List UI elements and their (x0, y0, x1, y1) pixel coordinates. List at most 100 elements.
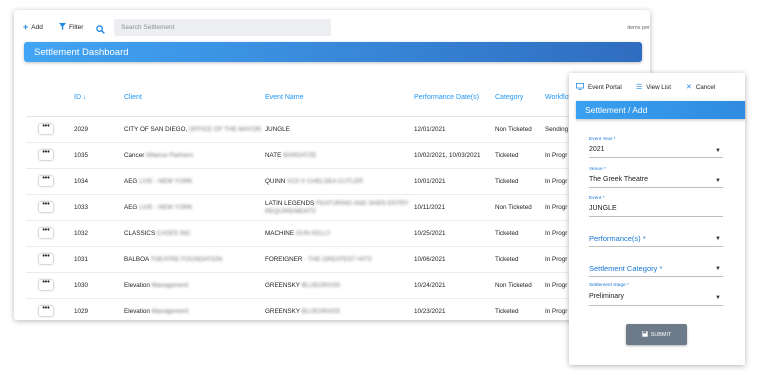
cell-client: BALBOA THEATRE FOUNDATION (124, 256, 222, 263)
cell-workflow: In Progr (545, 230, 568, 237)
cell-workflow: In Progr (545, 256, 568, 263)
search-input[interactable]: Search Settlement (114, 19, 331, 36)
cell-id: 1033 (74, 204, 89, 211)
settlement-category-label: Settlement Category * (589, 264, 663, 273)
event-field[interactable]: Event * JUNGLE (589, 196, 723, 217)
event-name: NATE (265, 152, 282, 159)
event-portal-button[interactable]: Event Portal (576, 83, 622, 92)
add-label: Add (31, 23, 43, 31)
settlement-dashboard-window: + Add Filter Search Settlement items per… (14, 10, 650, 320)
list-icon: ☰ (636, 84, 643, 91)
column-header-performance-dates[interactable]: Performance Date(s) (414, 94, 479, 101)
table-row[interactable]: ••• 2029 12/01/2021 Non Ticketed Sending CITY… (26, 117, 650, 143)
cell-id: 1030 (74, 282, 89, 289)
cancel-button[interactable]: ✕ Cancel (686, 83, 716, 92)
event-name: GREENSKY (265, 308, 300, 315)
row-actions-button[interactable]: ••• (39, 253, 53, 264)
row-actions-button[interactable]: ••• (39, 201, 53, 212)
client-name-redacted: LIVE - NEW YORK (139, 178, 193, 185)
event-name: LATIN LEGENDS (265, 200, 315, 207)
client-name-redacted: OFFICE OF THE MAYOR (188, 126, 262, 133)
monitor-icon (576, 83, 584, 92)
cell-client: CITY OF SAN DIEGO, OFFICE OF THE MAYOR (124, 126, 261, 133)
cell-event-name: NATE BARGATZE (265, 152, 317, 159)
submit-label: SUBMIT (650, 331, 672, 338)
items-per-page-label: items per (627, 25, 650, 31)
cell-client: AEG LIVE - NEW YORK (124, 178, 192, 185)
filter-label: Filter (69, 23, 84, 31)
column-header-event-name[interactable]: Event Name (265, 94, 304, 101)
column-header-id[interactable]: ID ↓ (74, 94, 86, 101)
close-icon: ✕ (686, 84, 692, 91)
event-name-redacted: XCII X CHELSEA CUTLER (287, 178, 363, 185)
search-icon[interactable] (96, 21, 105, 39)
cell-workflow: In Progr (545, 178, 568, 185)
performances-label: Performance(s) * (589, 234, 646, 243)
cell-workflow: In Progr (545, 204, 568, 211)
event-name-redacted: BARGATZE (283, 152, 317, 159)
event-portal-label: Event Portal (588, 84, 622, 91)
filter-button[interactable]: Filter (59, 23, 83, 31)
cell-id: 1035 (74, 152, 89, 159)
dashboard-title: Settlement Dashboard (34, 46, 129, 58)
table-row[interactable]: ••• 1034 10/01/2021 Ticketed In Progr AEG LIV… (26, 169, 650, 195)
cell-id: 1032 (74, 230, 89, 237)
event-name-redacted: BLUEGRASS (301, 308, 341, 315)
event-year-select[interactable]: Event Year * 2021 ▼ (589, 137, 723, 158)
event-name-redacted: - THE GREATEST HITS (304, 256, 372, 263)
dropdown-arrow-icon: ▼ (715, 148, 721, 154)
cell-performance-date: 10/25/2021 (414, 230, 446, 237)
cell-event-name: GREENSKY BLUEGRASS (265, 282, 340, 289)
table-row[interactable]: ••• 1030 10/24/2021 Non Ticketed In Progr Ele… (26, 273, 650, 299)
cell-event-name: FOREIGNER - THE GREATEST HITS (265, 256, 372, 263)
view-list-button[interactable]: ☰ View List (636, 83, 671, 92)
cell-performance-date: 10/24/2021 (414, 282, 446, 289)
add-button[interactable]: + Add (23, 23, 43, 32)
venue-select[interactable]: Venue * The Greek Theatre ▼ (589, 167, 723, 188)
column-header-client[interactable]: Client (124, 94, 142, 101)
client-name: AEG (124, 204, 138, 211)
table-row[interactable]: ••• 1031 10/06/2021 Ticketed In Progr BALBOA … (26, 247, 650, 273)
event-year-label: Event Year * (589, 137, 616, 142)
cancel-label: Cancel (695, 83, 716, 91)
event-name-redacted-line2: REQUIREMENTS (265, 208, 316, 215)
settlement-category-select[interactable]: Settlement Category * ▼ (589, 262, 723, 277)
event-name: GREENSKY (265, 282, 300, 289)
table-row[interactable]: ••• 1033 10/11/2021 Non Ticketed In Progr AEG… (26, 195, 650, 221)
view-list-label: View List (646, 83, 671, 91)
row-actions-button[interactable]: ••• (39, 123, 53, 134)
event-value: JUNGLE (589, 205, 617, 212)
cell-performance-date: 12/01/2021 (414, 126, 446, 133)
table-row[interactable]: ••• 1035 10/02/2021, 10/03/2021 Ticketed In … (26, 143, 650, 169)
filter-icon (59, 23, 66, 31)
panel-title: Settlement / Add (585, 105, 648, 115)
event-year-value: 2021 (589, 146, 605, 153)
panel-title-bar: Settlement / Add (576, 101, 745, 119)
event-name: QUINN (265, 178, 286, 185)
cell-event-name: QUINN XCII X CHELSEA CUTLER (265, 178, 363, 185)
table-row[interactable]: ••• 1032 10/25/2021 Ticketed In Progr CLASSIC… (26, 221, 650, 247)
column-header-category[interactable]: Category (495, 94, 523, 101)
client-name: CITY OF SAN DIEGO, (124, 126, 188, 133)
event-name: FOREIGNER (265, 256, 303, 263)
submit-button[interactable]: SUBMIT (626, 324, 687, 345)
cell-client: CLASSICS CASES INC (124, 230, 191, 237)
row-actions-button[interactable]: ••• (39, 279, 53, 290)
cell-id: 1029 (74, 308, 89, 315)
cell-workflow: In Progr (545, 308, 568, 315)
dropdown-arrow-icon: ▼ (715, 236, 721, 242)
row-actions-button[interactable]: ••• (39, 227, 53, 238)
dropdown-arrow-icon: ▼ (715, 295, 721, 301)
settlement-add-panel: Event Portal ☰ View List ✕ Cancel Settle… (569, 73, 745, 365)
cell-id: 2029 (74, 126, 89, 133)
table-row[interactable]: ••• 1029 10/23/2021 Ticketed In Progr Elevati… (26, 299, 650, 320)
venue-label: Venue * (589, 167, 606, 172)
dropdown-arrow-icon: ▼ (715, 266, 721, 272)
row-actions-button[interactable]: ••• (39, 175, 53, 186)
performances-select[interactable]: Performance(s) * ▼ (589, 232, 723, 247)
cell-category: Ticketed (495, 230, 519, 237)
row-actions-button[interactable]: ••• (39, 305, 53, 316)
settlement-stage-select[interactable]: Settlement Stage * Preliminary ▼ (589, 283, 723, 306)
row-actions-button[interactable]: ••• (39, 149, 53, 160)
table-body: ••• 2029 12/01/2021 Non Ticketed Sending CITY… (26, 117, 650, 320)
